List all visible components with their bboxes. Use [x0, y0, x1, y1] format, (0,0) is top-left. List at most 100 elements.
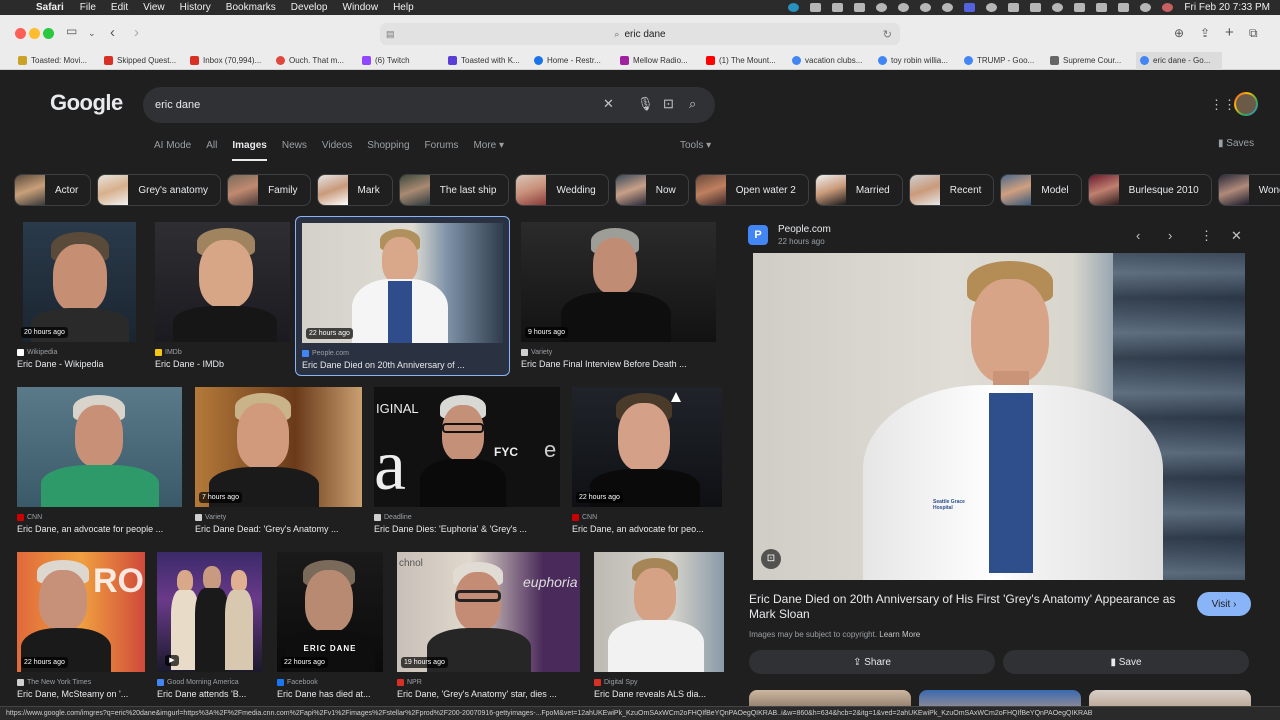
- image-result[interactable]: 20 hours ago Wikipedia Eric Dane - Wikip…: [17, 222, 145, 369]
- reload-icon[interactable]: ↻: [883, 28, 892, 41]
- result-caption[interactable]: Eric Dane Final Interview Before Death .…: [521, 359, 716, 369]
- back-button[interactable]: ‹: [110, 24, 115, 41]
- close-window-button[interactable]: [15, 28, 26, 39]
- bluetooth-icon[interactable]: [1074, 3, 1086, 12]
- bookmark-item[interactable]: Home - Restr...: [534, 56, 620, 65]
- menu-develop[interactable]: Develop: [291, 2, 328, 13]
- preview-header[interactable]: P People.com 22 hours ago: [748, 224, 831, 246]
- menu-history[interactable]: History: [180, 2, 211, 13]
- chip[interactable]: Burlesque 2010: [1087, 174, 1212, 206]
- keyboard-icon[interactable]: [1008, 3, 1020, 12]
- previous-image-button[interactable]: ‹: [1136, 228, 1140, 243]
- bookmark-item-active-tab[interactable]: eric dane - Go...: [1136, 51, 1222, 70]
- image-result-selected[interactable]: 22 hours ago People.com Eric Dane Died o…: [295, 216, 510, 376]
- chip[interactable]: Wedding: [515, 174, 609, 206]
- result-thumbnail[interactable]: ROSS 22 hours ago: [17, 552, 145, 672]
- forward-button[interactable]: ›: [134, 24, 139, 41]
- chip[interactable]: Model: [1000, 174, 1082, 206]
- result-thumbnail[interactable]: [594, 552, 724, 672]
- menu-edit[interactable]: Edit: [111, 2, 128, 13]
- tools-button[interactable]: Tools ▾: [680, 140, 711, 151]
- tab-ai-mode[interactable]: AI Mode: [154, 140, 191, 151]
- bookmark-item[interactable]: (6) Twitch: [362, 56, 448, 65]
- status-app-icon[interactable]: [876, 3, 888, 12]
- microphone-icon[interactable]: 🎙︎: [637, 96, 654, 112]
- bookmark-item[interactable]: Toasted: Movi...: [18, 56, 104, 65]
- more-options-icon[interactable]: ⋮: [1200, 228, 1213, 244]
- preview-image[interactable]: Seattle Grace Hospital ⊡: [753, 253, 1245, 580]
- search-box[interactable]: eric dane ✕ 🎙︎ ⊡ ⌕: [143, 87, 715, 123]
- result-caption[interactable]: Eric Dane Died on 20th Anniversary of ..…: [302, 360, 503, 370]
- bookmark-item[interactable]: Inbox (70,994)...: [190, 56, 276, 65]
- menu-window[interactable]: Window: [343, 2, 379, 13]
- search-input[interactable]: eric dane: [155, 99, 200, 111]
- spotlight-icon[interactable]: [1140, 3, 1152, 12]
- search-icon[interactable]: ⌕: [689, 96, 696, 112]
- chip[interactable]: Wonder year: [1217, 174, 1280, 206]
- chip[interactable]: Mark: [316, 174, 393, 206]
- status-app-icon[interactable]: [964, 3, 976, 12]
- preview-title[interactable]: Eric Dane Died on 20th Anniversary of Hi…: [749, 592, 1189, 622]
- visit-button[interactable]: Visit ›: [1197, 592, 1251, 616]
- result-caption[interactable]: Eric Dane Dead: 'Grey's Anatomy ...: [195, 524, 362, 534]
- result-caption[interactable]: Eric Dane - Wikipedia: [17, 359, 145, 369]
- bookmark-item[interactable]: TRUMP - Goo...: [964, 56, 1050, 65]
- bookmark-item[interactable]: (1) The Mount...: [706, 56, 792, 65]
- status-app-icon[interactable]: [854, 3, 866, 12]
- tab-all[interactable]: All: [206, 140, 217, 151]
- image-result[interactable]: IMDb Eric Dane - IMDb: [155, 222, 290, 369]
- result-caption[interactable]: Eric Dane reveals ALS dia...: [594, 689, 724, 699]
- result-thumbnail[interactable]: IGINAL a FYC e: [374, 387, 560, 507]
- tab-forums[interactable]: Forums: [425, 140, 459, 151]
- result-caption[interactable]: Eric Dane Dies: 'Euphoria' & 'Grey's ...: [374, 524, 560, 534]
- saves-button[interactable]: ▮ Saves: [1218, 138, 1254, 149]
- image-result[interactable]: ▶ Good Morning America Eric Dane attends…: [157, 552, 262, 699]
- result-thumbnail[interactable]: ERIC DANE 22 hours ago: [277, 552, 383, 672]
- result-thumbnail[interactable]: 7 hours ago: [195, 387, 362, 507]
- result-thumbnail[interactable]: 22 hours ago: [572, 387, 722, 507]
- share-button[interactable]: ⇪ Share: [749, 650, 995, 674]
- menu-bookmarks[interactable]: Bookmarks: [226, 2, 276, 13]
- image-result[interactable]: 9 hours ago Variety Eric Dane Final Inte…: [521, 222, 716, 369]
- bookmark-item[interactable]: Toasted with K...: [448, 56, 534, 65]
- preview-site-name[interactable]: People.com: [778, 224, 831, 235]
- close-icon[interactable]: ✕: [1231, 228, 1242, 244]
- avatar[interactable]: [1234, 92, 1258, 116]
- image-result[interactable]: ERIC DANE 22 hours ago Facebook Eric Dan…: [277, 552, 383, 699]
- image-result[interactable]: 22 hours ago CNN Eric Dane, an advocate …: [572, 387, 722, 534]
- address-bar[interactable]: ▤ ⌕ eric dane ↻: [380, 23, 900, 45]
- chip[interactable]: Married: [814, 174, 903, 206]
- chip[interactable]: Recent: [908, 174, 995, 206]
- tab-overview-icon[interactable]: ⧉: [1249, 26, 1258, 41]
- result-thumbnail[interactable]: [155, 222, 290, 342]
- cloud-icon[interactable]: [832, 3, 844, 12]
- result-thumbnail[interactable]: [17, 387, 182, 507]
- result-caption[interactable]: Eric Dane - IMDb: [155, 359, 290, 369]
- menu-help[interactable]: Help: [393, 2, 414, 13]
- google-logo[interactable]: Google: [50, 90, 123, 116]
- bookmark-item[interactable]: Skipped Quest...: [104, 56, 190, 65]
- result-caption[interactable]: Eric Dane, an advocate for people ...: [17, 524, 182, 534]
- moon-icon[interactable]: [942, 3, 954, 12]
- image-result[interactable]: CNN Eric Dane, an advocate for people ..…: [17, 387, 182, 534]
- menu-view[interactable]: View: [143, 2, 165, 13]
- tab-more[interactable]: More ▾: [473, 140, 504, 151]
- image-result[interactable]: IGINAL a FYC e Deadline Eric Dane Dies: …: [374, 387, 560, 534]
- result-caption[interactable]: Eric Dane attends 'B...: [157, 689, 262, 699]
- sidebar-icon[interactable]: ▭: [66, 24, 77, 38]
- image-result[interactable]: ROSS 22 hours ago The New York Times Eri…: [17, 552, 145, 699]
- result-caption[interactable]: Eric Dane has died at...: [277, 689, 383, 699]
- bookmark-item[interactable]: vacation clubs...: [792, 56, 878, 65]
- chip[interactable]: Actor: [14, 174, 92, 206]
- bookmark-item[interactable]: toy robin willia...: [878, 56, 964, 65]
- zoom-window-button[interactable]: [43, 28, 54, 39]
- result-thumbnail[interactable]: 9 hours ago: [521, 222, 716, 342]
- bookmark-item[interactable]: Ouch. That m...: [276, 56, 362, 65]
- image-result[interactable]: chnol euphoria 19 hours ago NPR Eric Dan…: [397, 552, 580, 699]
- clock-text[interactable]: Fri Feb 20 7:33 PM: [1184, 2, 1270, 13]
- lens-icon[interactable]: ⊡: [761, 549, 781, 569]
- tab-images[interactable]: Images: [232, 140, 268, 161]
- clock-icon[interactable]: [986, 3, 998, 12]
- lens-icon[interactable]: ⊡: [663, 96, 674, 112]
- tab-videos[interactable]: Videos: [322, 140, 352, 151]
